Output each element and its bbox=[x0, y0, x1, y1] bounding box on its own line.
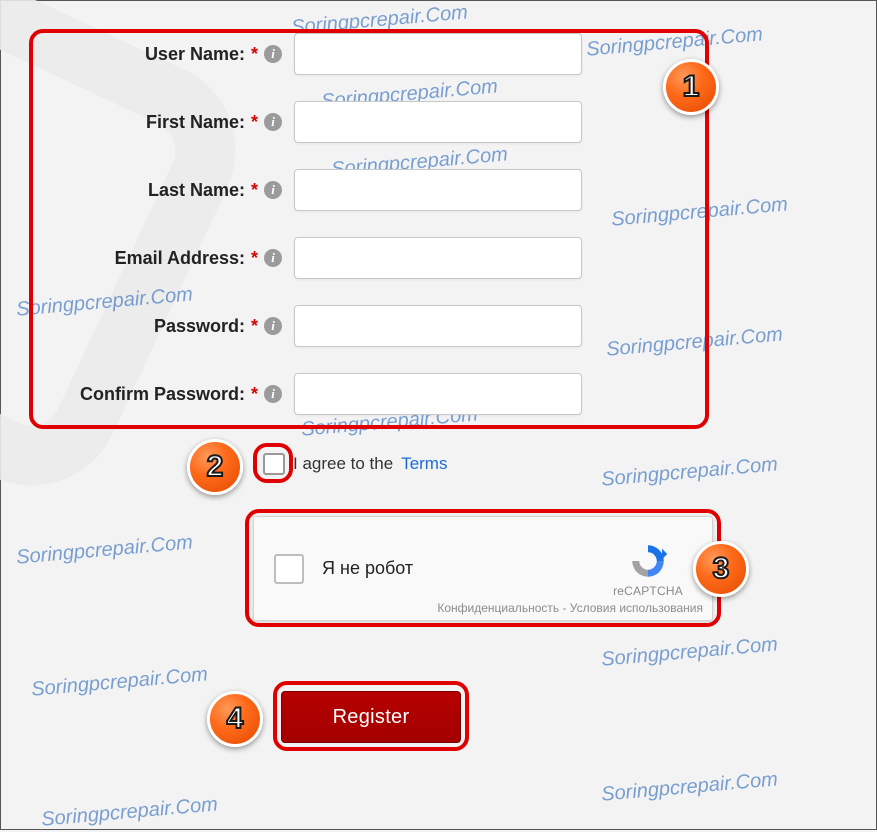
registration-form: User Name: * i First Name: * i Last Name… bbox=[34, 34, 704, 442]
info-icon[interactable]: i bbox=[264, 385, 282, 403]
annotation-badge-4: 4 bbox=[207, 691, 263, 747]
recaptcha-brand-text: reCAPTCHA bbox=[598, 584, 698, 598]
info-icon[interactable]: i bbox=[264, 45, 282, 63]
required-star-icon: * bbox=[251, 112, 258, 133]
label-text: Email Address: bbox=[115, 248, 245, 269]
label-text: Password: bbox=[154, 316, 245, 337]
info-icon[interactable]: i bbox=[264, 113, 282, 131]
register-button[interactable]: Register bbox=[281, 691, 461, 743]
recaptcha-branding: reCAPTCHA bbox=[598, 540, 698, 598]
label-text: Confirm Password: bbox=[80, 384, 245, 405]
recaptcha-terms-link[interactable]: Условия использования bbox=[570, 601, 703, 615]
required-star-icon: * bbox=[251, 316, 258, 337]
row-first-name: First Name: * i bbox=[34, 102, 704, 142]
label-text: User Name: bbox=[145, 44, 245, 65]
password-input[interactable] bbox=[294, 305, 582, 347]
label-text: First Name: bbox=[146, 112, 245, 133]
label-email: Email Address: * i bbox=[34, 248, 294, 269]
info-icon[interactable]: i bbox=[264, 181, 282, 199]
recaptcha-label: Я не робот bbox=[322, 558, 598, 579]
row-confirm-password: Confirm Password: * i bbox=[34, 374, 704, 414]
row-user-name: User Name: * i bbox=[34, 34, 704, 74]
info-icon[interactable]: i bbox=[264, 249, 282, 267]
info-icon[interactable]: i bbox=[264, 317, 282, 335]
recaptcha-logo-icon bbox=[627, 540, 669, 582]
required-star-icon: * bbox=[251, 384, 258, 405]
terms-text: I agree to the bbox=[293, 454, 393, 474]
recaptcha-privacy-link[interactable]: Конфиденциальность bbox=[437, 601, 559, 615]
watermark: Soringpcrepair.Com bbox=[600, 633, 778, 671]
row-last-name: Last Name: * i bbox=[34, 170, 704, 210]
terms-row: I agree to the Terms bbox=[263, 453, 447, 475]
label-last-name: Last Name: * i bbox=[34, 180, 294, 201]
watermark: Soringpcrepair.Com bbox=[30, 663, 208, 701]
last-name-input[interactable] bbox=[294, 169, 582, 211]
label-first-name: First Name: * i bbox=[34, 112, 294, 133]
watermark: Soringpcrepair.Com bbox=[600, 453, 778, 491]
label-text: Last Name: bbox=[148, 180, 245, 201]
recaptcha-footer: Конфиденциальность - Условия использован… bbox=[253, 601, 713, 615]
email-input[interactable] bbox=[294, 237, 582, 279]
watermark: Soringpcrepair.Com bbox=[40, 793, 218, 831]
row-email: Email Address: * i bbox=[34, 238, 704, 278]
agree-checkbox[interactable] bbox=[263, 453, 285, 475]
confirm-password-input[interactable] bbox=[294, 373, 582, 415]
label-confirm-password: Confirm Password: * i bbox=[34, 384, 294, 405]
terms-link[interactable]: Terms bbox=[401, 454, 447, 474]
required-star-icon: * bbox=[251, 44, 258, 65]
label-user-name: User Name: * i bbox=[34, 44, 294, 65]
user-name-input[interactable] bbox=[294, 33, 582, 75]
watermark: Soringpcrepair.Com bbox=[15, 531, 193, 569]
annotation-badge-2: 2 bbox=[187, 439, 243, 495]
row-password: Password: * i bbox=[34, 306, 704, 346]
first-name-input[interactable] bbox=[294, 101, 582, 143]
recaptcha-checkbox[interactable] bbox=[274, 554, 304, 584]
watermark: Soringpcrepair.Com bbox=[600, 768, 778, 806]
required-star-icon: * bbox=[251, 180, 258, 201]
required-star-icon: * bbox=[251, 248, 258, 269]
label-password: Password: * i bbox=[34, 316, 294, 337]
recaptcha-separator: - bbox=[559, 601, 570, 615]
